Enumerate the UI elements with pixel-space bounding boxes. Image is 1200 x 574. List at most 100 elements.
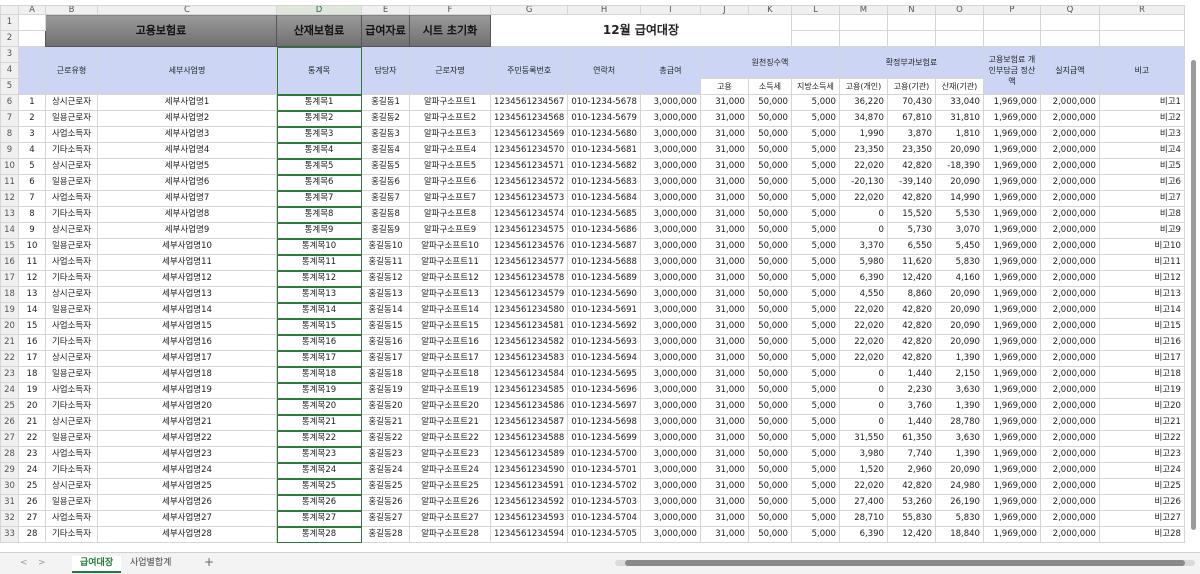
- sheet-prev-icon[interactable]: <: [20, 558, 28, 568]
- table-cell[interactable]: 사업소득자: [45, 126, 98, 143]
- table-cell[interactable]: 1: [18, 94, 46, 111]
- table-cell[interactable]: 기타소득자: [45, 270, 98, 287]
- table-cell[interactable]: 42,820: [886, 302, 936, 319]
- table-cell[interactable]: 5,000: [790, 142, 840, 159]
- table-cell[interactable]: 비고19: [1098, 382, 1185, 399]
- table-cell[interactable]: 42,820: [886, 158, 936, 175]
- table-cell[interactable]: 알파구소프트12: [409, 270, 491, 287]
- table-cell[interactable]: 20,090: [934, 302, 984, 319]
- table-cell[interactable]: 1,969,000: [982, 526, 1041, 543]
- table-cell[interactable]: 31,000: [699, 430, 749, 447]
- table-cell[interactable]: 알파구소프트25: [409, 478, 491, 495]
- table-cell[interactable]: 20,090: [934, 142, 984, 159]
- table-cell[interactable]: 31,000: [699, 414, 749, 431]
- table-cell[interactable]: 010-1234-5679: [567, 110, 641, 127]
- table-cell[interactable]: 31,810: [934, 110, 984, 127]
- table-cell[interactable]: 비고15: [1098, 318, 1185, 335]
- table-cell[interactable]: 1234561234585: [489, 382, 569, 399]
- table-cell[interactable]: 통계목14: [276, 302, 362, 319]
- table-cell[interactable]: 세부사업명17: [97, 350, 277, 367]
- table-cell[interactable]: 31,000: [699, 510, 749, 527]
- table-cell[interactable]: 통계목5: [276, 158, 362, 175]
- table-cell[interactable]: 22,020: [838, 158, 888, 175]
- table-cell[interactable]: 50,000: [747, 126, 792, 143]
- table-cell[interactable]: 50,000: [747, 190, 792, 207]
- table-cell[interactable]: 1234561234574: [489, 206, 569, 223]
- table-cell[interactable]: 2,000,000: [1039, 494, 1100, 511]
- table-cell[interactable]: 1234561234578: [489, 270, 569, 287]
- table-cell[interactable]: 알파구소프트16: [409, 334, 491, 351]
- row-header[interactable]: 22: [0, 350, 19, 367]
- table-cell[interactable]: 31,000: [699, 382, 749, 399]
- table-cell[interactable]: 1234561234583: [489, 350, 569, 367]
- table-cell[interactable]: 010-1234-5690: [567, 286, 641, 303]
- table-cell[interactable]: 세부사업명5: [97, 158, 277, 175]
- table-cell[interactable]: 2,000,000: [1039, 238, 1100, 255]
- sheet-next-icon[interactable]: >: [38, 558, 46, 568]
- table-cell[interactable]: 5,000: [790, 206, 840, 223]
- table-cell[interactable]: 1234561234582: [489, 334, 569, 351]
- table-cell[interactable]: 27,400: [838, 494, 888, 511]
- table-cell[interactable]: 1234561234577: [489, 254, 569, 271]
- row-header[interactable]: 17: [0, 270, 19, 287]
- table-cell[interactable]: 0: [838, 382, 888, 399]
- table-cell[interactable]: 6,550: [886, 238, 936, 255]
- table-cell[interactable]: 홍길동28: [361, 526, 410, 543]
- column-header-L[interactable]: L: [790, 5, 840, 15]
- table-cell[interactable]: 사업소득자: [45, 510, 98, 527]
- header-account[interactable]: 통계목: [276, 46, 362, 95]
- table-cell[interactable]: 비고2: [1098, 110, 1185, 127]
- table-cell[interactable]: 18,840: [934, 526, 984, 543]
- table-cell[interactable]: 세부사업명11: [97, 254, 277, 271]
- table-cell[interactable]: 홍길동12: [361, 270, 410, 287]
- table-cell[interactable]: 2,000,000: [1039, 510, 1100, 527]
- table-cell[interactable]: 통계목24: [276, 462, 362, 479]
- table-cell[interactable]: 5,000: [790, 510, 840, 527]
- table-cell[interactable]: 2,000,000: [1039, 174, 1100, 191]
- table-cell[interactable]: 1,969,000: [982, 414, 1041, 431]
- table-cell[interactable]: 홍길동17: [361, 350, 410, 367]
- horizontal-scroll-thumb[interactable]: [625, 560, 1185, 566]
- row-header[interactable]: 15: [0, 238, 19, 255]
- table-cell[interactable]: 비고27: [1098, 510, 1185, 527]
- table-cell[interactable]: 42,820: [886, 318, 936, 335]
- table-cell[interactable]: 세부사업명7: [97, 190, 277, 207]
- column-header-M[interactable]: M: [838, 5, 888, 15]
- table-cell[interactable]: 3,760: [886, 398, 936, 415]
- table-cell[interactable]: 5,000: [790, 286, 840, 303]
- table-cell[interactable]: 1,969,000: [982, 254, 1041, 271]
- table-cell[interactable]: 알파구소프트15: [409, 318, 491, 335]
- accident-insurance-button[interactable]: 산재보험료: [276, 14, 362, 47]
- table-cell[interactable]: 50,000: [747, 366, 792, 383]
- row-header[interactable]: 28: [0, 446, 19, 463]
- table-cell[interactable]: 1,969,000: [982, 350, 1041, 367]
- table-cell[interactable]: 1234561234581: [489, 318, 569, 335]
- table-cell[interactable]: 31,000: [699, 494, 749, 511]
- table-cell[interactable]: 23,350: [838, 142, 888, 159]
- table-cell[interactable]: 홍길동18: [361, 366, 410, 383]
- table-cell[interactable]: 홍길동21: [361, 414, 410, 431]
- table-cell[interactable]: 알파구소프트2: [409, 110, 491, 127]
- table-cell[interactable]: 상시근로자: [45, 350, 98, 367]
- table-cell[interactable]: 31,000: [699, 238, 749, 255]
- table-cell[interactable]: 50,000: [747, 206, 792, 223]
- table-cell[interactable]: 3: [18, 126, 46, 143]
- table-cell[interactable]: 1234561234567: [489, 94, 569, 111]
- table-cell[interactable]: 홍길동7: [361, 190, 410, 207]
- table-cell[interactable]: 42,820: [886, 334, 936, 351]
- table-cell[interactable]: 통계목26: [276, 494, 362, 511]
- table-cell[interactable]: 50,000: [747, 222, 792, 239]
- table-cell[interactable]: 알파구소프트5: [409, 158, 491, 175]
- table-cell[interactable]: 사업소득자: [45, 318, 98, 335]
- row-header-2[interactable]: 2: [0, 30, 19, 47]
- table-cell[interactable]: 홍길동13: [361, 286, 410, 303]
- table-cell[interactable]: 3,000,000: [639, 414, 701, 431]
- table-cell[interactable]: 28,710: [838, 510, 888, 527]
- table-cell[interactable]: 세부사업명6: [97, 174, 277, 191]
- table-cell[interactable]: 알파구소프트17: [409, 350, 491, 367]
- table-cell[interactable]: 비고8: [1098, 206, 1185, 223]
- table-cell[interactable]: 통계목22: [276, 430, 362, 447]
- table-cell[interactable]: 3,000,000: [639, 142, 701, 159]
- table-cell[interactable]: 통계목25: [276, 478, 362, 495]
- table-cell[interactable]: 3,000,000: [639, 254, 701, 271]
